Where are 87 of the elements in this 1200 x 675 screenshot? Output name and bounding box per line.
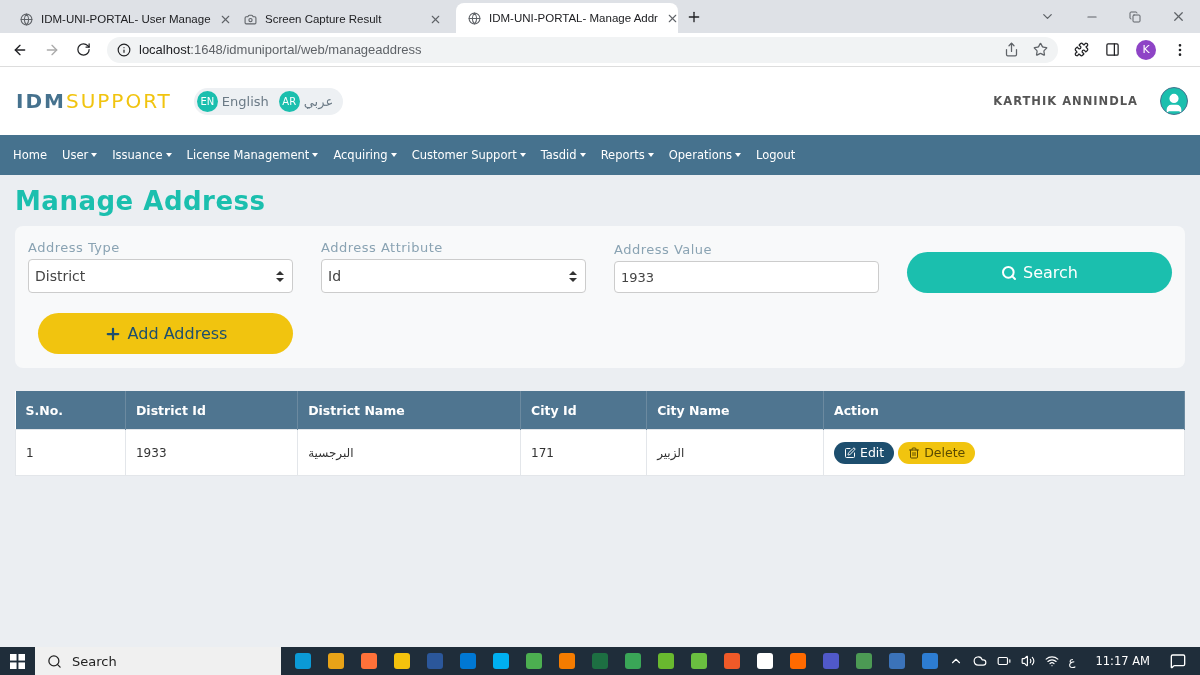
table-cell: 1933	[125, 429, 298, 476]
tab-title: IDM-UNI-PORTAL- User Manage	[41, 13, 211, 25]
app-icon[interactable]	[328, 653, 344, 669]
search-icon	[1001, 264, 1017, 281]
share-icon[interactable]	[1004, 42, 1019, 57]
nav-item[interactable]: Customer Support	[404, 148, 533, 162]
nav-item[interactable]: Reports	[593, 148, 661, 162]
user-name: KARTHIK ANNINDLA	[993, 94, 1138, 108]
table-cell: 1	[15, 429, 126, 476]
wifi-icon[interactable]	[1044, 654, 1059, 668]
browser-tab[interactable]: Screen Capture Result	[232, 5, 454, 33]
app-icon[interactable]	[790, 653, 806, 669]
select-field[interactable]: Id	[321, 259, 586, 293]
nav-item[interactable]: Operations	[661, 148, 748, 162]
app-icon[interactable]	[460, 653, 476, 669]
battery-icon[interactable]	[996, 654, 1011, 668]
tab-title: IDM-UNI-PORTAL- Manage Addr	[489, 12, 658, 24]
app-icon[interactable]	[295, 653, 311, 669]
table-cell: الزبير	[646, 429, 824, 476]
nav-item[interactable]: Home	[6, 148, 54, 162]
column-header: District Name	[297, 391, 521, 430]
trash-icon	[908, 446, 921, 459]
user-avatar[interactable]	[1160, 87, 1188, 115]
globe-icon	[20, 12, 33, 26]
field-label: Address Attribute	[321, 240, 444, 255]
tab-title: Screen Capture Result	[265, 13, 383, 25]
app-icon[interactable]	[394, 653, 410, 669]
taskbar-search-field[interactable]: Search	[35, 647, 281, 675]
delete-button[interactable]: Delete	[898, 441, 976, 464]
nav-item[interactable]: Tasdid	[533, 148, 593, 162]
browser-tab[interactable]: IDM-UNI-PORTAL- Manage Addr	[456, 3, 678, 33]
clock[interactable]: 11:17 AM	[1095, 654, 1150, 668]
url-text: localhost:1648/idmuniportal/web/manageaddress	[139, 42, 422, 57]
restore-icon[interactable]	[1129, 10, 1141, 23]
reload-icon[interactable]	[76, 42, 91, 57]
star-icon[interactable]	[1033, 42, 1048, 57]
info-icon	[117, 42, 131, 57]
keyboard-language[interactable]: ع	[1068, 654, 1076, 668]
input-field[interactable]: 1933	[614, 261, 879, 293]
app-icon[interactable]	[691, 653, 707, 669]
app-icon[interactable]	[559, 653, 575, 669]
column-header: City Name	[646, 391, 824, 430]
app-icon[interactable]	[724, 653, 740, 669]
page-title: Manage Address	[15, 186, 267, 216]
puzzle-icon[interactable]	[1074, 42, 1089, 57]
app-icon[interactable]	[889, 653, 905, 669]
add-address-button[interactable]: Add Address	[38, 313, 293, 354]
app-icon[interactable]	[361, 653, 377, 669]
sort-arrows-icon	[569, 270, 577, 282]
field-label: Address Type	[28, 240, 121, 255]
nav-item[interactable]: Logout	[749, 148, 803, 162]
app-icon[interactable]	[856, 653, 872, 669]
cloud-icon[interactable]	[972, 654, 987, 668]
nav-item[interactable]: Acquiring	[326, 148, 404, 162]
app-icon[interactable]	[757, 653, 773, 669]
table-cell: 171	[520, 429, 647, 476]
table-cell: البرجسية	[297, 429, 521, 476]
app-icon[interactable]	[526, 653, 542, 669]
windows-logo-icon[interactable]	[10, 653, 25, 669]
camera-icon	[244, 12, 257, 26]
app-icon[interactable]	[658, 653, 674, 669]
column-header: Action	[823, 391, 1185, 430]
search-icon	[47, 653, 62, 669]
app-icon[interactable]	[922, 653, 938, 669]
speaker-icon[interactable]	[1020, 654, 1035, 668]
notification-icon[interactable]	[1170, 653, 1186, 669]
column-header: District Id	[125, 391, 298, 430]
field-label: Address Value	[614, 242, 714, 257]
address-field[interactable]: localhost:1648/idmuniportal/web/manageaddress	[107, 36, 1058, 63]
logo: IDM SUPPORT	[16, 89, 172, 113]
app-icon[interactable]	[625, 653, 641, 669]
pen-square-icon	[844, 446, 856, 459]
language-option[interactable]: EN English	[196, 90, 269, 112]
browser-tab[interactable]: IDM-UNI-PORTAL- User Manage	[8, 5, 230, 33]
profile-avatar[interactable]: K	[1136, 39, 1156, 60]
sort-arrows-icon	[276, 270, 284, 282]
column-header: City Id	[520, 391, 647, 430]
side-panel-icon[interactable]	[1105, 42, 1120, 57]
select-field[interactable]: District	[28, 259, 293, 293]
edit-button[interactable]: Edit	[834, 441, 895, 464]
app-icon[interactable]	[493, 653, 509, 669]
nav-item[interactable]: Issuance	[105, 148, 179, 162]
nav-item[interactable]: License Management	[179, 148, 326, 162]
column-header: S.No.	[15, 391, 126, 430]
nav-item[interactable]: User	[54, 148, 105, 162]
close-icon[interactable]	[1171, 9, 1186, 24]
globe-icon	[468, 11, 481, 25]
